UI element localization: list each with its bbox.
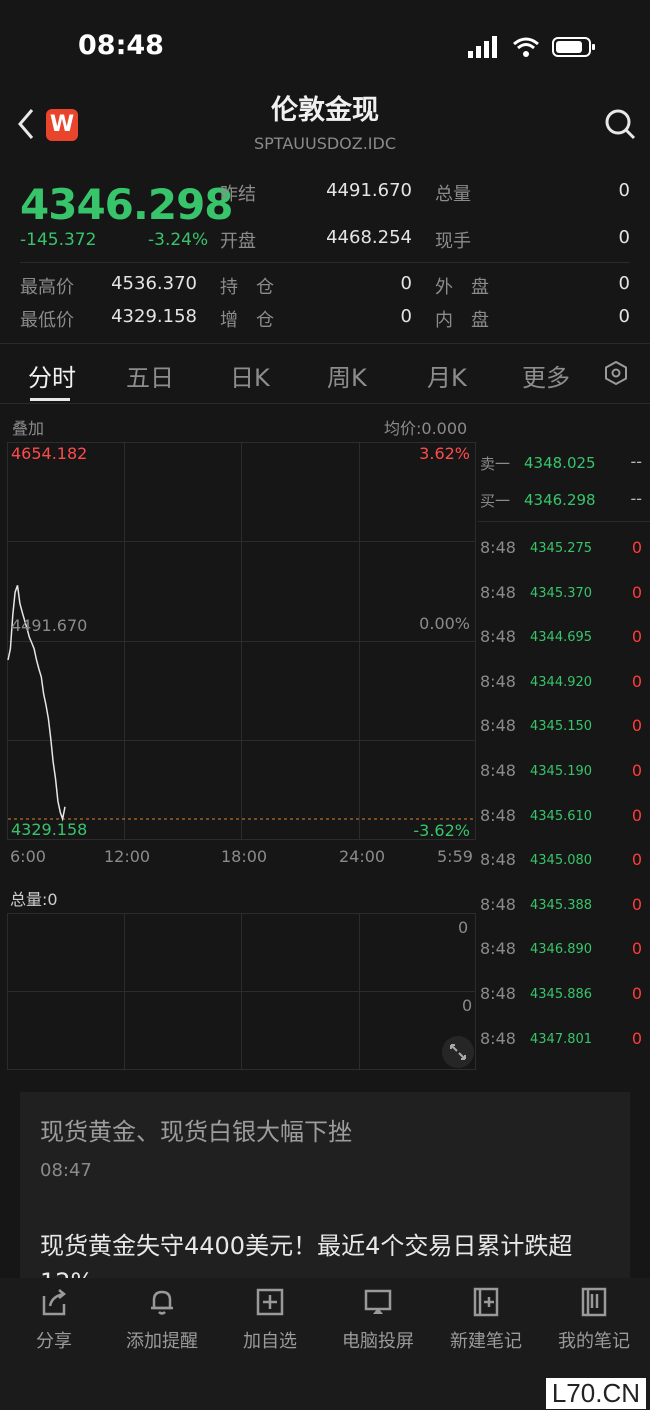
trade-time: 8:48: [480, 1028, 516, 1048]
volume-max-label: 0: [458, 918, 469, 937]
pct-max-label: 3.62%: [419, 444, 470, 463]
trade-price: 4345.275: [530, 541, 593, 556]
share-icon: [42, 1289, 67, 1316]
trade-volume: 0: [631, 939, 642, 959]
trade-volume: 0: [631, 538, 642, 557]
bid-label: 买一: [480, 492, 511, 510]
trade-volume: 0: [631, 850, 642, 870]
trade-price: 4347.801: [530, 1031, 593, 1047]
watermark: L70.CN: [545, 1378, 646, 1409]
trade-time: 8:48: [480, 761, 516, 780]
news-time: 08:47: [40, 1160, 92, 1181]
add-alert-button[interactable]: 添加提醒: [112, 1286, 212, 1353]
new-note-icon: [473, 1287, 499, 1317]
trade-volume: 0: [631, 761, 642, 780]
trade-volume: 0: [631, 894, 642, 914]
pct-min-label: -3.62%: [413, 821, 470, 840]
add-alert-label: 添加提醒: [126, 1331, 198, 1352]
trade-volume: 0: [631, 805, 642, 825]
trade-price: 4345.150: [530, 719, 593, 735]
trade-price: 4345.886: [530, 987, 593, 1002]
expand-icon: [450, 1044, 466, 1060]
trade-price: 4345.370: [530, 585, 593, 601]
screen-cast-label: 电脑投屏: [342, 1331, 414, 1352]
trade-volume: 0: [631, 582, 642, 602]
ask-volume: --: [630, 452, 642, 471]
y-axis-max-label: 4654.182: [11, 444, 88, 463]
screen-cast-button[interactable]: 电脑投屏: [328, 1286, 428, 1353]
trade-time: 8:48: [480, 582, 516, 602]
new-note-label: 新建笔记: [450, 1331, 522, 1352]
bell-icon: [151, 1290, 173, 1315]
trade-time: 8:48: [480, 984, 516, 1003]
trade-time: 8:48: [480, 671, 516, 691]
share-label: 分享: [36, 1331, 72, 1352]
ask-label: 卖一: [480, 455, 511, 473]
trade-volume: 0: [631, 671, 642, 691]
trade-price: 4345.388: [530, 897, 593, 913]
x-tick: 12:00: [104, 847, 151, 866]
monitor-cast-icon: [364, 1289, 392, 1314]
x-tick: 5:59: [437, 847, 473, 866]
trade-time: 8:48: [480, 805, 516, 825]
x-tick: 24:00: [339, 847, 386, 866]
trade-volume: 0: [631, 627, 642, 647]
y-axis-mid-label: 4491.670: [11, 616, 88, 635]
my-notes-label: 我的笔记: [558, 1331, 630, 1352]
bid-volume: --: [630, 489, 642, 508]
ask-price: 4348.025: [524, 454, 596, 472]
new-note-button[interactable]: 新建笔记: [436, 1286, 536, 1353]
trade-time: 8:48: [480, 538, 516, 557]
add-watchlist-label: 加自选: [243, 1331, 297, 1352]
trade-volume: 0: [631, 1028, 642, 1048]
notebook-icon: [581, 1287, 607, 1317]
trade-volume: 0: [631, 716, 642, 736]
my-notes-button[interactable]: 我的笔记: [544, 1286, 644, 1353]
divider: [478, 521, 650, 522]
pct-mid-label: 0.00%: [419, 614, 470, 633]
share-button[interactable]: 分享: [4, 1286, 104, 1353]
x-tick: 18:00: [221, 847, 268, 866]
x-tick: 6:00: [10, 847, 46, 866]
volume-label: 总量:0: [10, 890, 58, 909]
add-watchlist-button[interactable]: 加自选: [220, 1286, 320, 1353]
y-axis-min-label: 4329.158: [11, 820, 88, 839]
trade-price: 4344.920: [530, 674, 593, 690]
plus-square-icon: [256, 1288, 284, 1316]
trade-volume: 0: [631, 984, 642, 1003]
trade-price: 4346.890: [530, 942, 593, 958]
news-headline[interactable]: 现货黄金、现货白银大幅下挫: [40, 1112, 352, 1147]
trade-price: 4345.190: [530, 764, 593, 779]
trade-time: 8:48: [480, 939, 516, 959]
bid-price: 4346.298: [524, 491, 596, 509]
trade-price: 4345.080: [530, 853, 593, 869]
trade-price: 4344.695: [530, 630, 593, 646]
trade-price: 4345.610: [530, 808, 593, 824]
trade-time: 8:48: [480, 716, 516, 736]
trade-time: 8:48: [480, 894, 516, 914]
trade-time: 8:48: [480, 627, 516, 647]
fullscreen-button[interactable]: [442, 1036, 474, 1068]
volume-mid-label: 0: [462, 996, 473, 1015]
trade-time: 8:48: [480, 850, 516, 870]
grid-line: [7, 991, 476, 992]
